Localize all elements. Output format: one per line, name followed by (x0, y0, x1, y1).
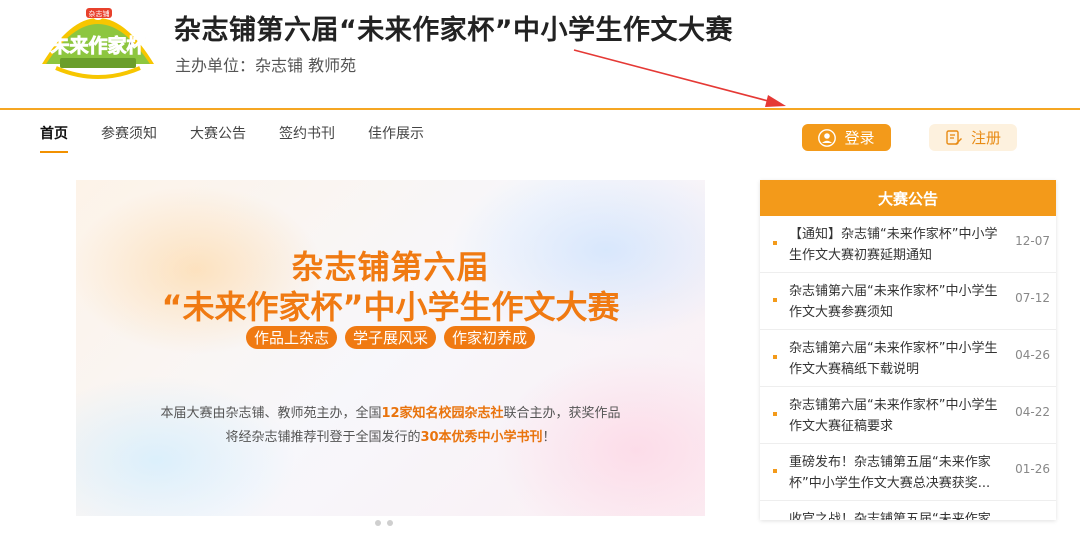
notice-date: 12-07 (1015, 234, 1050, 248)
notice-title[interactable]: 重磅发布！杂志铺第五届“未来作家杯”中小学生作文大赛总决赛获奖... (789, 452, 1001, 494)
carousel-dot[interactable] (387, 520, 393, 526)
notice-date: 04-26 (1015, 348, 1050, 362)
notice-item[interactable]: 杂志铺第六届“未来作家杯”中小学生作文大赛参赛须知 07-12 (760, 273, 1056, 330)
nav-item-showcase[interactable]: 佳作展示 (368, 123, 424, 153)
site-subtitle: 主办单位：杂志铺 教师苑 (175, 56, 357, 75)
user-icon (818, 128, 837, 147)
banner-title-line2: “未来作家杯”中小学生作文大赛 (161, 288, 620, 326)
notice-title[interactable]: 杂志铺第六届“未来作家杯”中小学生作文大赛稿纸下载说明 (789, 338, 1001, 380)
edit-form-icon (946, 129, 962, 145)
announcements-panel: 大赛公告 【通知】杂志铺“未来作家杯”中小学生作文大赛初赛延期通知 12-07 … (760, 180, 1056, 520)
logo-badge: 杂志铺 (89, 9, 110, 18)
notice-item[interactable]: 【通知】杂志铺“未来作家杯”中小学生作文大赛初赛延期通知 12-07 (760, 216, 1056, 273)
bullet-icon (773, 355, 777, 359)
banner-tag: 作家初养成 (444, 326, 536, 349)
logo-text: 未来作家杯 (49, 34, 145, 57)
notice-item[interactable]: 重磅发布！杂志铺第五届“未来作家杯”中小学生作文大赛总决赛获奖... 01-26 (760, 444, 1056, 501)
notice-item[interactable]: 收官之战！杂志铺第五届“未来作家 (760, 501, 1056, 520)
banner-description-line1: 本届大赛由杂志铺、教师苑主办，全国12家知名校园杂志社联合主办，获奖作品 (160, 406, 621, 421)
notice-item[interactable]: 杂志铺第六届“未来作家杯”中小学生作文大赛稿纸下载说明 04-26 (760, 330, 1056, 387)
main-nav: 首页 参赛须知 大赛公告 签约书刊 佳作展示 (40, 123, 457, 153)
contest-logo: 杂志铺 未来作家杯 (42, 8, 154, 79)
banner-description-line2: 将经杂志铺推荐刊登于全国发行的30本优秀中小学书刊！ (225, 430, 556, 445)
notice-title[interactable]: 收官之战！杂志铺第五届“未来作家 (789, 509, 1001, 520)
notice-date: 07-12 (1015, 291, 1050, 305)
hero-banner[interactable]: 杂志铺第六届 “未来作家杯”中小学生作文大赛 作品上杂志 学子展风采 作家初养成… (76, 180, 705, 516)
notice-date: 01-26 (1015, 462, 1050, 476)
nav-item-home[interactable]: 首页 (40, 123, 68, 153)
banner-tag: 作品上杂志 (245, 326, 337, 349)
bullet-icon (773, 298, 777, 302)
login-button[interactable]: 登录 (802, 124, 891, 151)
carousel-dots (375, 520, 393, 526)
notice-title[interactable]: 杂志铺第六届“未来作家杯”中小学生作文大赛征稿要求 (789, 395, 1001, 437)
carousel-dot[interactable] (375, 520, 381, 526)
site-title: 杂志铺第六届“未来作家杯”中小学生作文大赛 (174, 15, 733, 46)
notice-title[interactable]: 杂志铺第六届“未来作家杯”中小学生作文大赛参赛须知 (789, 281, 1001, 323)
notice-date: 04-22 (1015, 405, 1050, 419)
header-divider (0, 108, 1080, 110)
nav-item-announcements[interactable]: 大赛公告 (190, 123, 246, 153)
register-label: 注册 (970, 129, 1001, 147)
panel-title: 大赛公告 (760, 180, 1056, 216)
notice-title[interactable]: 【通知】杂志铺“未来作家杯”中小学生作文大赛初赛延期通知 (789, 224, 1001, 266)
bullet-icon (773, 241, 777, 245)
nav-item-publications[interactable]: 签约书刊 (279, 123, 335, 153)
banner-tag: 学子展风采 (344, 326, 436, 349)
notice-item[interactable]: 杂志铺第六届“未来作家杯”中小学生作文大赛征稿要求 04-22 (760, 387, 1056, 444)
banner-tags: 作品上杂志 学子展风采 作家初养成 (76, 326, 705, 349)
nav-item-entry-rules[interactable]: 参赛须知 (101, 123, 157, 153)
register-button[interactable]: 注册 (929, 124, 1017, 151)
bullet-icon (773, 412, 777, 416)
bullet-icon (773, 469, 777, 473)
login-label: 登录 (844, 129, 875, 147)
